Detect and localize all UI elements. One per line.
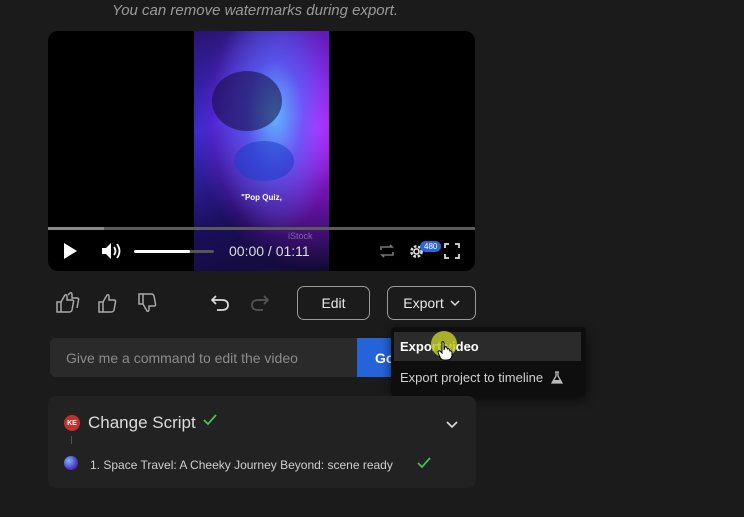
connector-line bbox=[71, 436, 72, 444]
redo-icon bbox=[251, 295, 270, 311]
play-icon bbox=[64, 243, 77, 259]
like-button[interactable] bbox=[95, 290, 121, 316]
love-it-button[interactable] bbox=[55, 290, 81, 316]
chevron-down-icon bbox=[450, 299, 460, 306]
thumbs-down-icon bbox=[138, 293, 157, 312]
collapse-chevron-icon[interactable] bbox=[446, 416, 458, 434]
undo-icon bbox=[210, 295, 229, 311]
scene-status: 1. Space Travel: A Cheeky Journey Beyond… bbox=[90, 458, 393, 472]
menu-item-export-video[interactable]: Export video bbox=[394, 332, 581, 361]
export-menu: Export video Export project to timeline bbox=[391, 327, 586, 396]
fullscreen-button[interactable] bbox=[444, 237, 460, 265]
menu-item-label: Export project to timeline bbox=[400, 370, 544, 385]
menu-item-export-timeline[interactable]: Export project to timeline bbox=[394, 363, 581, 392]
script-panel: KE Change Script 1. Space Travel: A Chee… bbox=[48, 396, 476, 488]
hand-cursor-icon bbox=[437, 341, 453, 366]
progress-bar[interactable] bbox=[48, 227, 475, 230]
fullscreen-icon bbox=[444, 243, 460, 259]
watermark-notice: You can remove watermarks during export. bbox=[112, 2, 398, 19]
user-avatar: KE bbox=[64, 415, 80, 431]
quality-badge: 480 bbox=[420, 241, 442, 252]
volume-slider[interactable] bbox=[134, 250, 214, 253]
scene-check-icon bbox=[417, 456, 431, 474]
loop-icon bbox=[380, 244, 394, 258]
play-button[interactable] bbox=[62, 237, 78, 265]
flask-icon bbox=[551, 371, 564, 384]
loop-button[interactable] bbox=[378, 237, 396, 265]
double-thumbs-up-icon bbox=[56, 292, 80, 313]
volume-button[interactable] bbox=[101, 237, 123, 265]
export-button-label: Export bbox=[403, 295, 444, 311]
redo-button[interactable] bbox=[247, 290, 273, 316]
dislike-button[interactable] bbox=[135, 290, 161, 316]
progress-buffered bbox=[48, 227, 104, 230]
panel-title: Change Script bbox=[88, 413, 196, 432]
volume-icon bbox=[102, 243, 121, 259]
time-display: 00:00 / 01:11 bbox=[229, 243, 310, 259]
undo-button[interactable] bbox=[207, 290, 233, 316]
command-input[interactable]: Give me a command to edit the video bbox=[50, 338, 360, 377]
video-caption: "Pop Quiz, bbox=[241, 193, 282, 202]
check-icon bbox=[202, 413, 218, 432]
planet-icon bbox=[64, 456, 78, 470]
thumbs-up-icon bbox=[98, 294, 117, 313]
video-player[interactable]: "Pop Quiz, iStock 00:00 / 01:11 480 bbox=[48, 31, 475, 271]
volume-fill bbox=[134, 250, 190, 253]
edit-button[interactable]: Edit bbox=[297, 286, 370, 320]
export-button[interactable]: Export bbox=[387, 286, 476, 320]
